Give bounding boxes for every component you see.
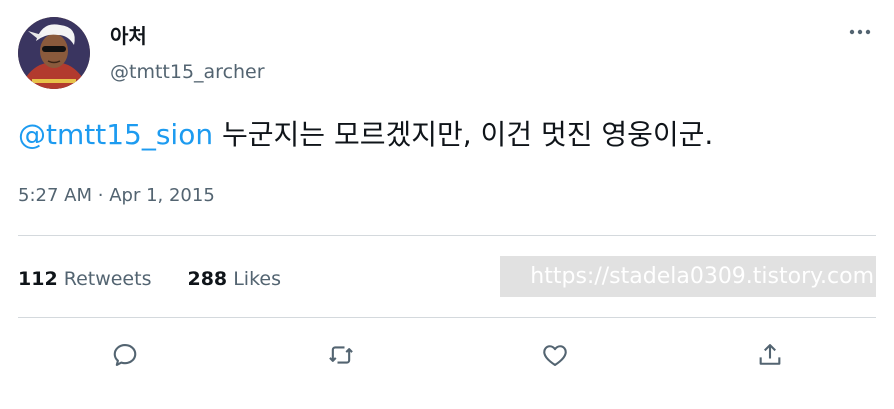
retweet-button[interactable] bbox=[321, 335, 361, 375]
action-bar bbox=[0, 335, 894, 375]
more-horizontal-icon[interactable] bbox=[848, 26, 872, 38]
mention-link[interactable]: @tmtt15_sion bbox=[18, 118, 213, 151]
watermark: https://stadela0309.tistory.com bbox=[500, 256, 876, 297]
display-name[interactable]: 아처 bbox=[110, 23, 147, 49]
reply-button[interactable] bbox=[105, 335, 145, 375]
share-icon bbox=[759, 344, 781, 365]
reply-icon bbox=[113, 344, 137, 366]
divider bbox=[18, 317, 876, 318]
tweet-date: Apr 1, 2015 bbox=[109, 185, 215, 206]
likes-label: Likes bbox=[233, 268, 281, 290]
like-button[interactable] bbox=[535, 335, 575, 375]
tweet-text: @tmtt15_sion 누군지는 모르겠지만, 이건 멋진 영웅이군. bbox=[18, 115, 713, 155]
engagement-stats: 112 Retweets 288 Likes bbox=[18, 265, 281, 293]
heart-icon bbox=[543, 345, 567, 366]
retweets-count: 112 bbox=[18, 268, 58, 290]
retweet-icon bbox=[329, 346, 353, 364]
likes-stat[interactable]: 288 Likes bbox=[187, 265, 281, 293]
share-button[interactable] bbox=[750, 335, 790, 375]
avatar-image bbox=[18, 17, 90, 89]
tweet-body: 누군지는 모르겠지만, 이건 멋진 영웅이군. bbox=[222, 118, 714, 151]
retweets-label: Retweets bbox=[63, 268, 152, 290]
likes-count: 288 bbox=[187, 268, 228, 290]
meta-separator: · bbox=[97, 185, 104, 206]
tweet-time: 5:27 AM bbox=[18, 185, 92, 206]
user-handle[interactable]: @tmtt15_archer bbox=[110, 60, 265, 84]
retweets-stat[interactable]: 112 Retweets bbox=[18, 265, 151, 293]
tweet-timestamp[interactable]: 5:27 AM · Apr 1, 2015 bbox=[18, 183, 215, 209]
avatar[interactable] bbox=[18, 17, 90, 89]
divider bbox=[18, 235, 876, 236]
